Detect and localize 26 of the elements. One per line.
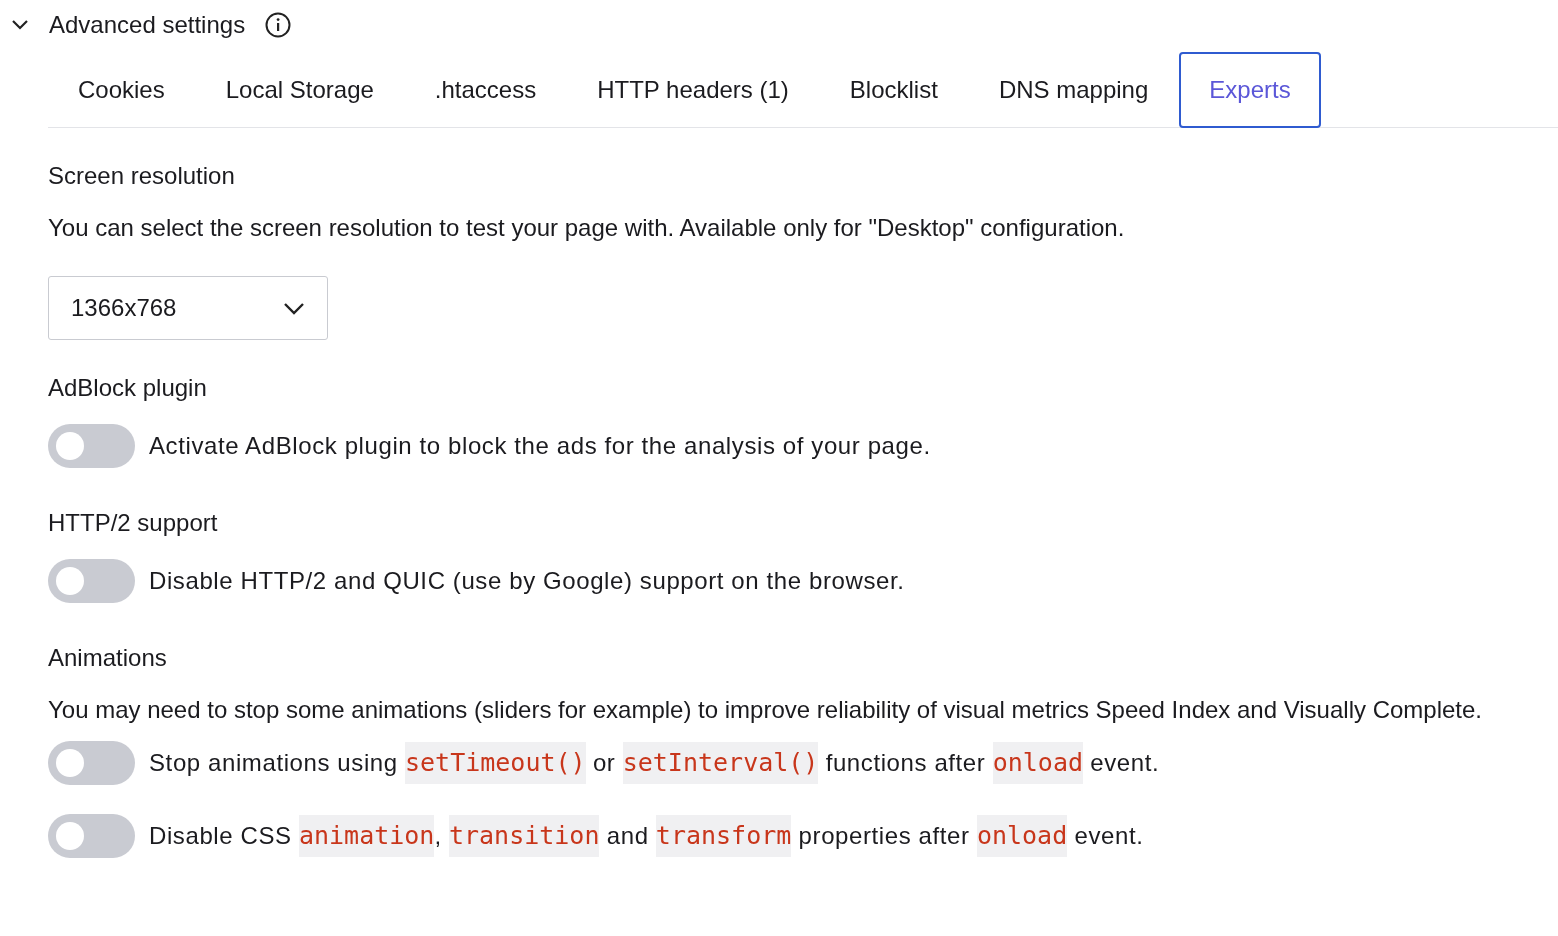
tab[interactable]: .htaccess xyxy=(404,52,567,128)
resolution-dropdown[interactable]: 1366x768 xyxy=(48,276,328,340)
tab[interactable]: HTTP headers (1) xyxy=(567,52,819,128)
description-text: You may need to stop some animations (sliders for example) to improve reliability of visual metrics Speed Index and Visually Complete. xyxy=(48,696,1484,724)
chevron-down-icon[interactable] xyxy=(11,19,29,31)
toggle-switch[interactable] xyxy=(48,424,135,468)
toggle-switch[interactable] xyxy=(48,814,135,858)
toggle-switch[interactable] xyxy=(48,741,135,785)
section-heading: Screen resolution xyxy=(48,162,236,190)
tab[interactable]: DNS mapping xyxy=(968,52,1179,128)
section-heading: HTTP/2 support xyxy=(48,509,219,537)
tab[interactable]: Experts xyxy=(1179,52,1321,128)
toggle-switch[interactable] xyxy=(48,559,135,603)
tab[interactable]: Local Storage xyxy=(195,52,404,128)
info-icon xyxy=(265,12,292,38)
toggle-label: Disable HTTP/2 and QUIC (use by Google) support on the browser. xyxy=(149,566,905,596)
section-heading: AdBlock plugin xyxy=(48,374,208,402)
tab[interactable]: Blocklist xyxy=(819,52,968,128)
description-text: You can select the screen resolution to test your page with. Available only for "Desktop" configuration. xyxy=(48,214,1126,242)
toggle-label: Stop animations using setTimeout() or setInterval() functions after onload event. xyxy=(149,741,1160,785)
chevron-down-icon xyxy=(283,301,305,315)
section-title: Advanced settings xyxy=(49,11,246,39)
section-heading: Animations xyxy=(48,644,168,672)
tab[interactable]: Cookies xyxy=(48,52,195,128)
toggle-label: Activate AdBlock plugin to block the ads for the analysis of your page. xyxy=(149,431,931,461)
toggle-label: Disable CSS animation, transition and transform properties after onload event. xyxy=(149,814,1144,858)
